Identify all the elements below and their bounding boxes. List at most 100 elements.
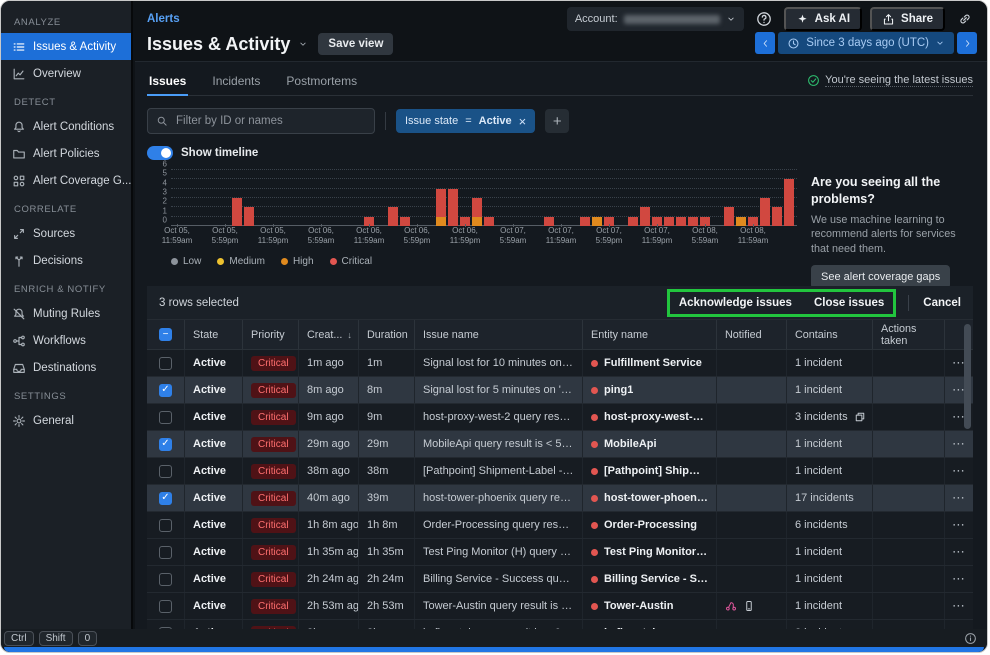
issue-name-cell[interactable]: Billing Service - Success query result i… [415, 566, 583, 592]
select-all-checkbox[interactable]: − [159, 328, 172, 341]
time-range-picker[interactable]: Since 3 days ago (UTC) [778, 32, 954, 54]
latest-issues-text[interactable]: You're seeing the latest issues [825, 74, 973, 87]
time-forward-button[interactable] [957, 32, 977, 54]
permalink-button[interactable] [953, 7, 977, 31]
acknowledge-issues-button[interactable]: Acknowledge issues [679, 297, 792, 309]
entity-cell[interactable]: kafka-otel [583, 620, 717, 629]
row-checkbox[interactable]: ✓ [159, 384, 172, 397]
table-row[interactable]: ActiveCritical38m ago38m[Pathpoint] Ship… [147, 458, 973, 485]
info-icon[interactable] [964, 632, 977, 645]
row-menu-button[interactable]: ⋯ [945, 512, 973, 538]
sidebar-item-alert-policies[interactable]: Alert Policies [1, 140, 131, 167]
issue-name-cell[interactable]: host-tower-phoenix query result is > 9..… [415, 485, 583, 511]
sidebar-item-muting-rules[interactable]: Muting Rules [1, 300, 131, 327]
legend-item-medium[interactable]: Medium [217, 256, 265, 267]
tab-incidents[interactable]: Incidents [210, 74, 262, 95]
column-header-notified[interactable]: Notified [717, 320, 787, 349]
search-input[interactable] [174, 114, 366, 128]
sidebar-item-workflows[interactable]: Workflows [1, 327, 131, 354]
row-checkbox[interactable] [159, 600, 172, 613]
share-button[interactable]: Share [870, 7, 945, 31]
entity-cell[interactable]: Fulfillment Service [583, 350, 717, 376]
row-menu-button[interactable]: ⋯ [945, 539, 973, 565]
add-filter-button[interactable]: + [545, 109, 569, 133]
table-row[interactable]: ActiveCritical1h 35m ago1h 35mTest Ping … [147, 539, 973, 566]
entity-cell[interactable]: MobileApi [583, 431, 717, 457]
issue-name-cell[interactable]: [Pathpoint] Shipment-Label - Success ... [415, 458, 583, 484]
issue-name-cell[interactable]: kafka-otel query result is > 0.0 on 'Tes… [415, 620, 583, 629]
sidebar-item-issues-activity[interactable]: Issues & Activity [1, 33, 131, 60]
row-checkbox[interactable] [159, 546, 172, 559]
issue-name-cell[interactable]: Test Ping Monitor (H) query result is >.… [415, 539, 583, 565]
table-row[interactable]: ActiveCritical2h 24m ago2h 24mBilling Se… [147, 566, 973, 593]
row-menu-button[interactable]: ⋯ [945, 566, 973, 592]
column-header-entity-name[interactable]: Entity name [583, 320, 717, 349]
remove-filter-icon[interactable]: × [519, 115, 527, 128]
ask-ai-button[interactable]: Ask AI [784, 7, 862, 31]
issue-name-cell[interactable]: Signal lost for 10 minutes on 'Low Appli… [415, 350, 583, 376]
entity-cell[interactable]: ping1 [583, 377, 717, 403]
table-row[interactable]: ActiveCritical2h 53m ago2h 53mTower-Aust… [147, 593, 973, 620]
sidebar-item-destinations[interactable]: Destinations [1, 354, 131, 381]
show-timeline-toggle[interactable] [147, 146, 173, 160]
save-view-button[interactable]: Save view [318, 33, 393, 55]
table-row[interactable]: ✓ActiveCritical8m ago8mSignal lost for 5… [147, 377, 973, 404]
row-checkbox[interactable] [159, 465, 172, 478]
row-menu-button[interactable]: ⋯ [945, 458, 973, 484]
help-button[interactable] [752, 7, 776, 31]
cancel-button[interactable]: Cancel [923, 297, 961, 309]
column-header-issue-name[interactable]: Issue name [415, 320, 583, 349]
entity-cell[interactable]: Billing Service - Success [583, 566, 717, 592]
column-header-creat[interactable]: Creat...↓ [299, 320, 359, 349]
issue-name-cell[interactable]: host-proxy-west-2 query result is > 95..… [415, 404, 583, 430]
table-row[interactable]: ✓ActiveCritical29m ago29mMobileApi query… [147, 431, 973, 458]
breadcrumb[interactable]: Alerts [147, 13, 180, 25]
entity-cell[interactable]: Order-Processing [583, 512, 717, 538]
row-menu-button[interactable]: ⋯ [945, 485, 973, 511]
row-checkbox[interactable] [159, 357, 172, 370]
row-checkbox[interactable] [159, 573, 172, 586]
table-row[interactable]: ActiveCritical1h 8m ago1h 8mOrder-Proces… [147, 512, 973, 539]
legend-item-low[interactable]: Low [171, 256, 201, 267]
column-header-actions-taken[interactable]: Actions taken [873, 320, 945, 349]
entity-cell[interactable]: [Pathpoint] Shipment-La... [583, 458, 717, 484]
row-menu-button[interactable]: ⋯ [945, 431, 973, 457]
sidebar-item-decisions[interactable]: Decisions [1, 247, 131, 274]
legend-item-critical[interactable]: Critical [330, 256, 373, 267]
column-header-priority[interactable]: Priority [243, 320, 299, 349]
table-row[interactable]: ActiveCritical9m ago9mhost-proxy-west-2 … [147, 404, 973, 431]
row-checkbox[interactable]: ✓ [159, 438, 172, 451]
title-chevron-down-icon[interactable] [298, 39, 308, 49]
issue-name-cell[interactable]: Tower-Austin query result is > 1.0 for 5… [415, 593, 583, 619]
row-menu-button[interactable]: ⋯ [945, 593, 973, 619]
issue-state-filter-chip[interactable]: Issue state = Active × [396, 109, 535, 133]
table-row[interactable]: ActiveCritical1m ago1mSignal lost for 10… [147, 350, 973, 377]
legend-item-high[interactable]: High [281, 256, 314, 267]
sidebar-item-general[interactable]: General [1, 407, 131, 434]
entity-cell[interactable]: host-tower-phoenix... +16 [583, 485, 717, 511]
sidebar-item-alert-coverage-g[interactable]: Alert Coverage G...Beta [1, 167, 131, 194]
time-back-button[interactable] [755, 32, 775, 54]
table-scrollbar[interactable] [964, 324, 971, 429]
account-selector[interactable]: Account: [567, 7, 744, 31]
table-row[interactable]: ✓ActiveCritical40m ago39mhost-tower-phoe… [147, 485, 973, 512]
row-checkbox[interactable] [159, 411, 172, 424]
issue-name-cell[interactable]: Order-Processing query result is > 0.9..… [415, 512, 583, 538]
entity-cell[interactable]: Tower-Austin [583, 593, 717, 619]
row-checkbox[interactable]: ✓ [159, 492, 172, 505]
column-header-duration[interactable]: Duration [359, 320, 415, 349]
sidebar-item-overview[interactable]: Overview [1, 60, 131, 87]
entity-cell[interactable]: host-proxy-west-2... +2 [583, 404, 717, 430]
tab-issues[interactable]: Issues [147, 74, 188, 95]
close-issues-button[interactable]: Close issues [814, 297, 884, 309]
tab-postmortems[interactable]: Postmortems [284, 74, 359, 95]
row-menu-button[interactable]: ⋯ [945, 620, 973, 629]
issue-name-cell[interactable]: Signal lost for 5 minutes on 'availabili… [415, 377, 583, 403]
sidebar-item-alert-conditions[interactable]: Alert Conditions [1, 113, 131, 140]
sidebar-item-sources[interactable]: Sources [1, 220, 131, 247]
entity-cell[interactable]: Test Ping Monitor (H) [583, 539, 717, 565]
row-checkbox[interactable] [159, 519, 172, 532]
issue-name-cell[interactable]: MobileApi query result is < 5.0 for 5 mi… [415, 431, 583, 457]
column-header-state[interactable]: State [185, 320, 243, 349]
table-row[interactable]: ActiveCritical3h ago3hkafka-otel query r… [147, 620, 973, 629]
